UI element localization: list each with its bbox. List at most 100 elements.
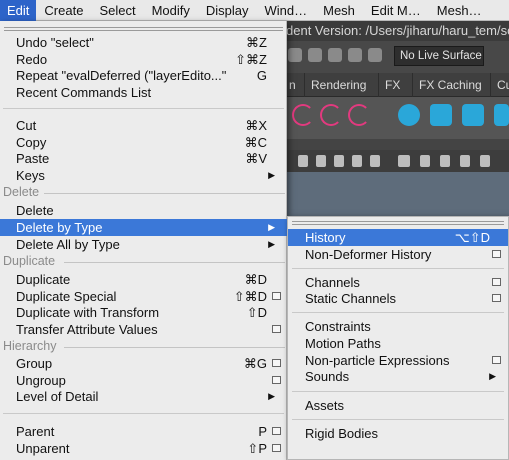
menu-item-delete-all-by-type[interactable]: Delete All by Type ▶ (0, 236, 287, 253)
menu-item-duplicate[interactable]: Duplicate ⌘D (0, 271, 287, 288)
shelf-tab-rendering[interactable]: Rendering (304, 73, 372, 97)
menu-item-label: Sounds (305, 369, 350, 384)
menu-item-redo[interactable]: Redo ⇧⌘Z (0, 51, 287, 68)
menu-item-ungroup[interactable]: Ungroup (0, 372, 287, 389)
menu-item-label: Duplicate Special (16, 289, 117, 304)
menu-item-cut[interactable]: Cut ⌘X (0, 117, 287, 134)
menu-edit[interactable]: Edit (0, 0, 37, 21)
menu-modify[interactable]: Modify (144, 0, 198, 21)
menu-create[interactable]: Create (36, 0, 91, 21)
curve-tool-icon[interactable] (292, 104, 314, 126)
menu-item-label: Channels (305, 275, 360, 290)
film-gate-icon[interactable] (460, 155, 470, 167)
submenu-item-channels[interactable]: Channels (288, 274, 508, 291)
cube-icon[interactable] (430, 104, 452, 126)
option-box-icon[interactable] (272, 376, 281, 384)
cone-icon[interactable] (494, 104, 509, 126)
menu-item-duplicate-with-transform[interactable]: Duplicate with Transform ⇧D (0, 304, 287, 321)
submenu-item-history[interactable]: History ⌥⇧D (288, 229, 508, 246)
menu-mesh[interactable]: Mesh (315, 0, 363, 21)
menu-item-parent[interactable]: Parent P (0, 423, 287, 440)
option-box-icon[interactable] (492, 250, 501, 258)
menu-item-repeat[interactable]: Repeat "evalDeferred ("layerEdito..." G (0, 67, 287, 84)
ep-curve-icon[interactable] (320, 104, 342, 126)
menu-item-label: History (305, 230, 346, 245)
menu-item-label: Keys (16, 168, 45, 183)
shelf-tab-cu[interactable]: Cu (490, 73, 509, 97)
option-box-icon[interactable] (272, 444, 281, 452)
camera-icon[interactable] (316, 155, 326, 167)
sphere-icon[interactable] (398, 104, 420, 126)
light-icon[interactable] (298, 155, 308, 167)
menu-item-delete[interactable]: Delete (0, 202, 287, 219)
menu-item-label: Paste (16, 151, 50, 166)
submenu-arrow-icon: ▶ (268, 239, 275, 249)
option-box-icon[interactable] (492, 294, 501, 302)
safe-action-icon[interactable] (480, 155, 490, 167)
submenu-item-motion-paths[interactable]: Motion Paths (288, 335, 508, 352)
menu-item-transfer-attribute-values[interactable]: Transfer Attribute Values (0, 321, 287, 338)
menu-select[interactable]: Select (91, 0, 143, 21)
menu-item-label: Assets (305, 398, 345, 413)
submenu-item-constraints[interactable]: Constraints (288, 318, 508, 335)
option-box-icon[interactable] (492, 356, 501, 364)
menu-edit-mesh[interactable]: Edit M… (363, 0, 429, 21)
live-surface-field[interactable]: No Live Surface (394, 46, 484, 66)
option-box-icon[interactable] (272, 292, 281, 300)
shortcut: ⌘Z (246, 35, 267, 50)
snap-curve-icon[interactable] (308, 48, 322, 62)
submenu-item-rigid-bodies[interactable]: Rigid Bodies (288, 425, 508, 442)
snap-point-icon[interactable] (328, 48, 342, 62)
cylinder-icon[interactable] (462, 104, 484, 126)
menu-item-keys[interactable]: Keys ▶ (0, 167, 287, 184)
tear-off-bar[interactable] (4, 27, 283, 31)
snap-live-icon[interactable] (368, 48, 382, 62)
menu-item-label: Non-Deformer History (305, 247, 432, 262)
menu-item-label: Transfer Attribute Values (16, 322, 158, 337)
shelf-tab-fx-caching[interactable]: FX Caching (412, 73, 488, 97)
option-box-icon[interactable] (272, 427, 281, 435)
menu-item-label: Delete by Type (16, 220, 103, 235)
snap-icon[interactable] (288, 48, 302, 62)
pencil-curve-icon[interactable] (348, 104, 370, 126)
menu-item-label: Constraints (305, 319, 371, 334)
menu-item-label: Unparent (16, 441, 70, 456)
section-divider (44, 193, 285, 194)
option-box-icon[interactable] (272, 359, 281, 367)
resolution-gate-icon[interactable] (420, 155, 430, 167)
shortcut: ⌘D (244, 272, 267, 287)
menu-item-label: Duplicate with Transform (16, 305, 160, 320)
menu-item-recent-commands[interactable]: Recent Commands List (0, 84, 287, 101)
shading-icon[interactable] (370, 155, 380, 167)
snap-view-icon[interactable] (348, 48, 362, 62)
menu-mesh-tools[interactable]: Mesh… (429, 0, 490, 21)
menu-item-paste[interactable]: Paste ⌘V (0, 150, 287, 167)
submenu-item-assets[interactable]: Assets (288, 397, 508, 414)
submenu-item-non-deformer-history[interactable]: Non-Deformer History (288, 246, 508, 263)
shelf-tab-fx[interactable]: FX (378, 73, 406, 97)
isolate-icon[interactable] (334, 155, 344, 167)
option-box-icon[interactable] (492, 278, 501, 286)
menu-item-group[interactable]: Group ⌘G (0, 355, 287, 372)
separator (292, 391, 504, 392)
submenu-item-non-particle-expressions[interactable]: Non-particle Expressions (288, 352, 508, 369)
menu-item-delete-by-type[interactable]: Delete by Type ▶ (0, 219, 287, 236)
menu-item-level-of-detail[interactable]: Level of Detail ▶ (0, 388, 287, 405)
menu-item-copy[interactable]: Copy ⌘C (0, 134, 287, 151)
xray-icon[interactable] (352, 155, 362, 167)
shortcut: ⌥⇧D (454, 230, 490, 245)
menu-item-undo[interactable]: Undo "select" ⌘Z (0, 34, 287, 51)
submenu-item-static-channels[interactable]: Static Channels (288, 290, 508, 307)
section-header-duplicate: Duplicate (0, 254, 287, 269)
menu-item-duplicate-special[interactable]: Duplicate Special ⇧⌘D (0, 288, 287, 305)
grid-icon[interactable] (440, 155, 450, 167)
menu-item-unparent[interactable]: Unparent ⇧P (0, 440, 287, 457)
texture-icon[interactable] (398, 155, 410, 167)
option-box-icon[interactable] (272, 325, 281, 333)
menu-windows[interactable]: Wind… (257, 0, 316, 21)
menu-item-label: Parent (16, 424, 55, 439)
submenu-item-sounds[interactable]: Sounds ▶ (288, 368, 508, 385)
menu-item-label: Redo (16, 52, 48, 67)
tear-off-bar[interactable] (292, 221, 504, 225)
menu-display[interactable]: Display (198, 0, 257, 21)
